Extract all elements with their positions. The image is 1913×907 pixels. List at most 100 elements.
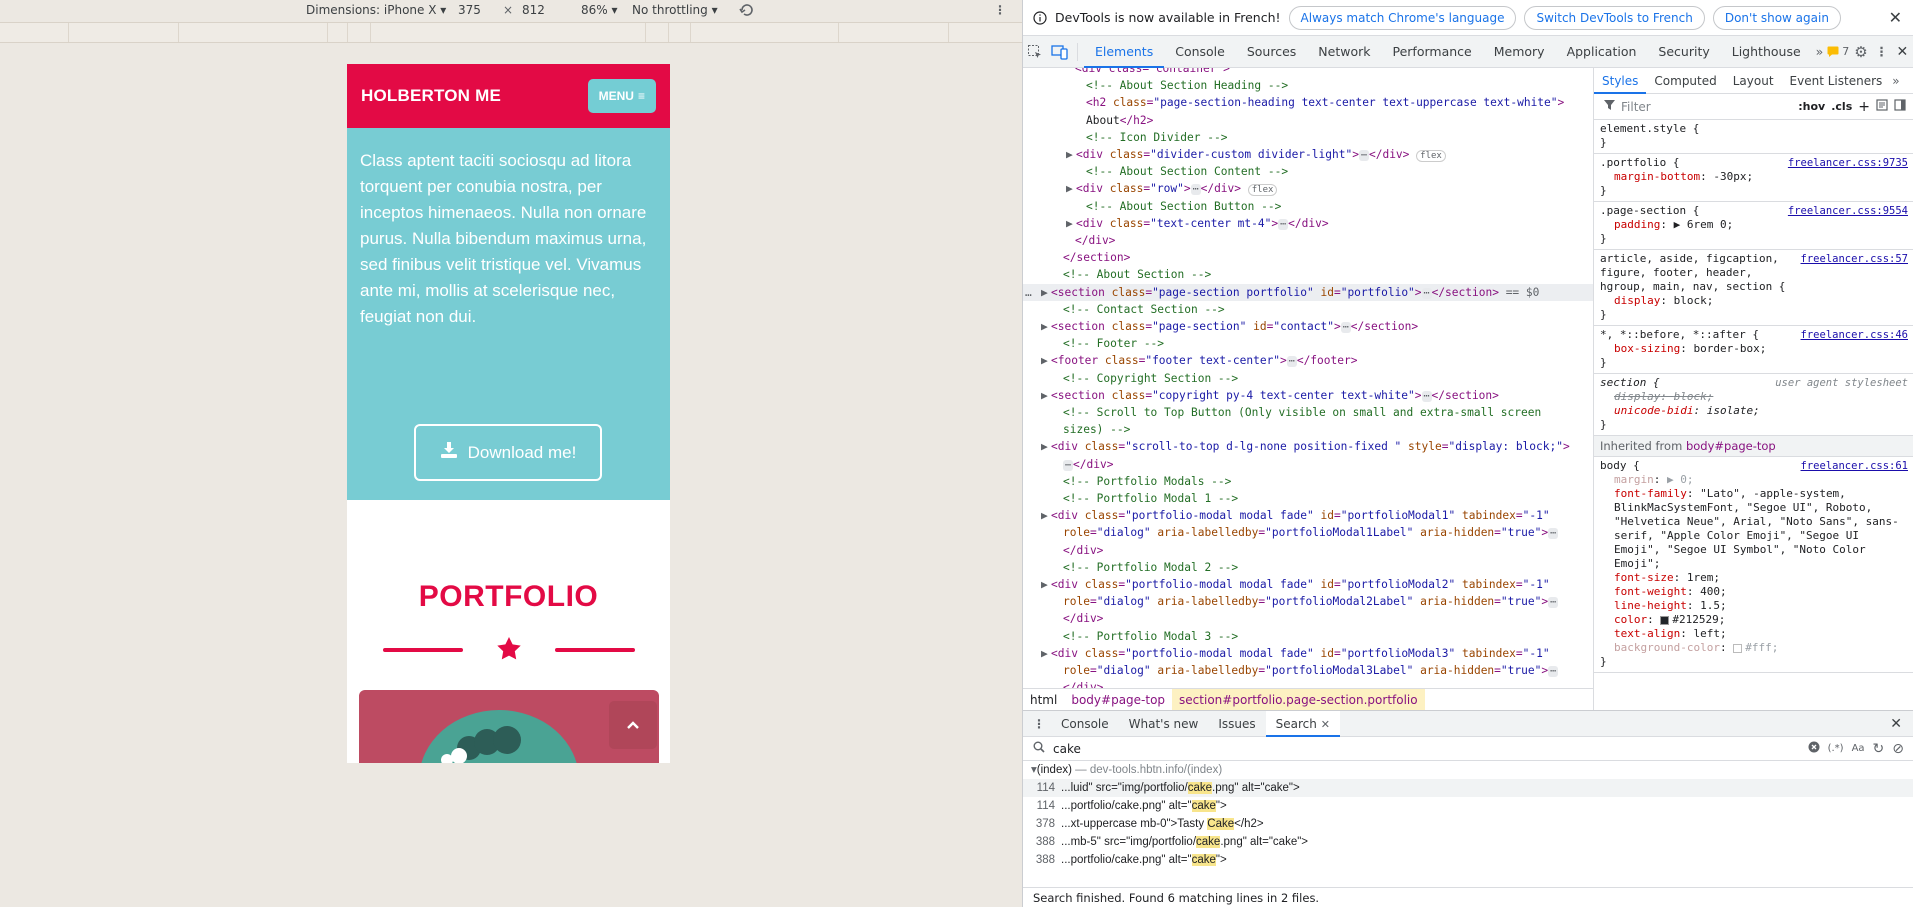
search-input[interactable]: cake (1053, 742, 1800, 756)
css-property[interactable]: margin: ▶ 0; (1600, 473, 1908, 487)
dom-node[interactable]: </div> (1023, 679, 1593, 688)
styles-filter-input[interactable]: Filter (1621, 100, 1792, 114)
dom-comment[interactable]: <!-- About Section Content --> (1023, 163, 1593, 180)
dom-node[interactable]: </div> (1023, 542, 1593, 559)
download-button[interactable]: Download me! (414, 424, 602, 481)
width-input[interactable]: 375 (458, 3, 481, 17)
dom-node[interactable]: ▶ <div class="divider-custom divider-ligh… (1023, 146, 1593, 163)
dom-node[interactable]: </div> (1023, 610, 1593, 627)
drawer-menu-icon[interactable]: ⋮ (1023, 717, 1051, 731)
css-rule[interactable]: *, *::before, *::after {freelancer.css:4… (1594, 326, 1913, 374)
tab-performance[interactable]: Performance (1382, 36, 1483, 68)
dom-node[interactable]: <h2 class="page-section-heading text-cen… (1023, 94, 1593, 111)
tab-console[interactable]: Console (1164, 36, 1236, 68)
dom-comment[interactable]: <!-- About Section --> (1023, 266, 1593, 283)
scroll-to-top-button[interactable] (609, 701, 657, 749)
tab-network[interactable]: Network (1307, 36, 1381, 68)
css-property[interactable]: font-family: "Lato", -apple-system, Blin… (1600, 487, 1908, 571)
issues-counter[interactable]: 7 (1827, 45, 1849, 58)
search-file-group[interactable]: ▾(index) — dev-tools.hbtn.info/(index) (1023, 761, 1913, 779)
customize-menu-icon[interactable]: ⋮ (1873, 44, 1891, 59)
dom-node[interactable]: ▶ <div class="scroll-to-top d-lg-none pos… (1023, 438, 1593, 455)
close-tab-icon[interactable]: ✕ (1321, 718, 1330, 731)
height-input[interactable]: 812 (522, 3, 545, 17)
search-result-row[interactable]: 114 ...portfolio/cake.png" alt="cake"> (1023, 797, 1913, 815)
css-property[interactable]: line-height: 1.5; (1600, 599, 1908, 613)
device-toolbar-icon[interactable] (1048, 44, 1071, 60)
dom-node[interactable]: ▶ <div class="text-center mt-4"> ⋯ </div> (1023, 215, 1593, 232)
ua-rule[interactable]: section { user agent stylesheet display:… (1594, 374, 1913, 436)
tab-layout[interactable]: Layout (1725, 68, 1782, 94)
tab-computed[interactable]: Computed (1646, 68, 1724, 94)
breadcrumb-html[interactable]: html (1023, 689, 1064, 711)
refresh-icon[interactable]: ↻ (1873, 741, 1885, 757)
search-result-row[interactable]: 378 ...xt-uppercase mb-0">Tasty Cake</h2> (1023, 815, 1913, 833)
dom-node[interactable]: ⋯ </div> (1023, 456, 1593, 473)
search-result-row[interactable]: 388 ...portfolio/cake.png" alt="cake"> (1023, 851, 1913, 869)
computed-styles-icon[interactable] (1876, 99, 1888, 114)
dom-comment[interactable]: <!-- Footer --> (1023, 335, 1593, 352)
dom-node[interactable]: ▶ <div class="portfolio-modal modal fade"… (1023, 507, 1593, 524)
dom-comment[interactable]: <!-- Portfolio Modals --> (1023, 473, 1593, 490)
dom-node[interactable]: About</h2> (1023, 112, 1593, 129)
new-rule-icon[interactable]: + (1858, 99, 1870, 115)
dom-node[interactable]: ▶ <section class="copyright py-4 text-cen… (1023, 387, 1593, 404)
dom-node[interactable]: ▶ <div class="row"> ⋯ </div> flex (1023, 180, 1593, 197)
dom-node[interactable]: ▶ <footer class="footer text-center"> ⋯ </f… (1023, 352, 1593, 369)
dom-node[interactable]: role="dialog" aria-labelledby="portfolio… (1023, 524, 1593, 541)
tab-lighthouse[interactable]: Lighthouse (1721, 36, 1812, 68)
drawer-tab-whats-new[interactable]: What's new (1119, 711, 1209, 737)
tab-memory[interactable]: Memory (1483, 36, 1556, 68)
dom-comment[interactable]: <!-- Portfolio Modal 2 --> (1023, 559, 1593, 576)
selected-dom-node[interactable]: … ▶ <section class="page-section portfolio… (1023, 283, 1593, 301)
switch-french-button[interactable]: Switch DevTools to French (1524, 5, 1705, 30)
hov-toggle[interactable]: :hov (1798, 100, 1825, 113)
dom-comment[interactable]: <!-- Portfolio Modal 1 --> (1023, 490, 1593, 507)
breadcrumb-body[interactable]: body#page-top (1064, 689, 1172, 711)
menu-button[interactable]: MENU ≡ (587, 79, 656, 113)
site-brand[interactable]: HOLBERTON ME (361, 86, 501, 106)
dom-node[interactable]: role="dialog" aria-labelledby="portfolio… (1023, 593, 1593, 610)
css-property[interactable]: text-align: left; (1600, 627, 1908, 641)
css-property[interactable]: font-weight: 400; (1600, 585, 1908, 599)
more-tabs-icon[interactable]: » (1812, 44, 1828, 59)
css-rule[interactable]: article, aside, figcaption, figure, foot… (1594, 250, 1913, 326)
dom-comment[interactable]: <!-- Portfolio Modal 3 --> (1023, 628, 1593, 645)
tab-application[interactable]: Application (1556, 36, 1648, 68)
inherited-from-link[interactable]: body#page-top (1686, 439, 1776, 453)
css-property[interactable]: font-size: 1rem; (1600, 571, 1908, 585)
device-select[interactable]: Dimensions: iPhone X ▾ (306, 3, 446, 17)
sidebar-toggle-icon[interactable] (1894, 99, 1906, 114)
css-property[interactable]: color: #212529; (1600, 613, 1908, 627)
dom-comment[interactable]: <!-- Icon Divider --> (1023, 129, 1593, 146)
match-language-button[interactable]: Always match Chrome's language (1288, 5, 1517, 30)
dont-show-again-button[interactable]: Don't show again (1712, 5, 1841, 30)
breadcrumb-section[interactable]: section#portfolio.page-section.portfolio (1172, 688, 1425, 711)
settings-gear-icon[interactable]: ⚙ (1849, 43, 1872, 61)
dom-comment[interactable]: <!-- About Section Heading --> (1023, 77, 1593, 94)
match-case-icon[interactable]: Aa (1852, 743, 1865, 754)
dom-node[interactable]: </div> (1023, 232, 1593, 249)
dom-node[interactable]: ▶ <section class="page-section" id="conta… (1023, 318, 1593, 335)
more-panes-icon[interactable]: » (1890, 74, 1899, 88)
clear-results-icon[interactable]: ⊘ (1892, 741, 1904, 757)
element-style-rule[interactable]: element.style { } (1594, 120, 1913, 154)
css-property[interactable]: background-color: #fff; (1600, 641, 1908, 655)
drawer-tab-issues[interactable]: Issues (1208, 711, 1265, 737)
body-rule-source[interactable]: freelancer.css:61 (1801, 459, 1908, 473)
dom-comment[interactable]: sizes) --> (1023, 421, 1593, 438)
clear-search-icon[interactable] (1808, 741, 1820, 756)
inspect-element-icon[interactable] (1023, 44, 1048, 60)
close-infobar-icon[interactable]: ✕ (1889, 8, 1902, 27)
body-rule[interactable]: body { freelancer.css:61 margin: ▶ 0; fon… (1594, 457, 1913, 673)
dom-node[interactable]: ▶ <div class="portfolio-modal modal fade"… (1023, 645, 1593, 662)
dom-comment[interactable]: <!-- About Section Button --> (1023, 198, 1593, 215)
search-result-row[interactable]: 114 ...luid" src="img/portfolio/cake.png"… (1023, 779, 1913, 797)
dom-node[interactable]: role="dialog" aria-labelledby="portfolio… (1023, 662, 1593, 679)
tab-sources[interactable]: Sources (1236, 36, 1307, 68)
tab-styles[interactable]: Styles (1594, 68, 1647, 94)
css-rule[interactable]: .portfolio {freelancer.css:9735 margin-bo… (1594, 154, 1913, 202)
dom-comment[interactable]: <!-- Copyright Section --> (1023, 370, 1593, 387)
close-drawer-icon[interactable]: ✕ (1890, 716, 1913, 732)
zoom-select[interactable]: 86% ▾ (581, 3, 618, 17)
